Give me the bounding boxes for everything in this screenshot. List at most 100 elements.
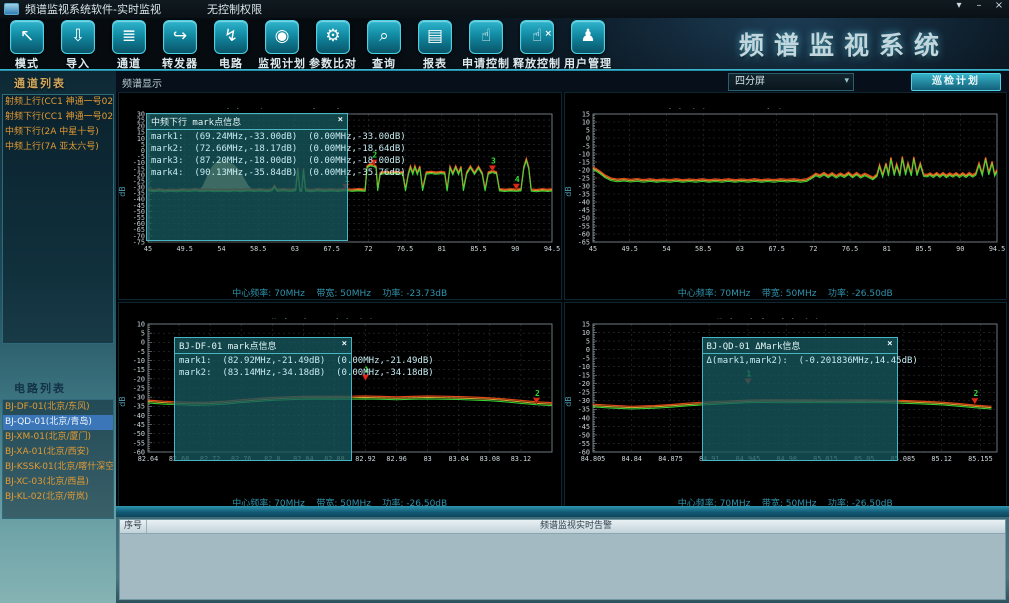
request-control-button[interactable]: ☝ 申请控制 — [465, 20, 507, 71]
svg-text:0: 0 — [141, 339, 145, 347]
eye-icon: ◉ — [265, 20, 299, 54]
sidebar: 通道列表 射频上行(CC1 神通一号02星) 射频下行(CC1 神通一号02星)… — [0, 71, 117, 603]
svg-text:-25: -25 — [132, 384, 144, 392]
svg-text:85.155: 85.155 — [968, 455, 993, 463]
channel-list: 射频上行(CC1 神通一号02星) 射频下行(CC1 神通一号02星) 中频下行… — [2, 94, 114, 344]
search-icon: ⌕ — [367, 20, 401, 54]
svg-text:-40: -40 — [578, 198, 590, 206]
circuit-item[interactable]: BJ-DF-01(北京/东风) — [3, 400, 113, 415]
svg-text:5: 5 — [586, 126, 590, 134]
channel-item[interactable]: 中频下行(2A 中星十号) — [3, 125, 113, 140]
delta-mark-popup: BJ-QD-01 ΔMark信息× Δ(mark1,mark2): (-0.20… — [702, 337, 898, 461]
alarm-col-index: 序号 — [120, 520, 147, 533]
alarm-panel: 序号 频谱监视实时告警 — [119, 519, 1006, 600]
permission-status: 无控制权限 — [207, 1, 262, 17]
svg-text:63: 63 — [736, 245, 744, 253]
user-management-button[interactable]: ♟ 用户管理 — [567, 20, 609, 71]
mode-button[interactable]: ↖ 模式 — [6, 20, 48, 71]
close-icon[interactable]: × — [887, 339, 892, 352]
mark-info-popup: 中频下行 mark点信息× mark1: (69.24MHz,-33.00dB)… — [146, 113, 348, 241]
chart-if-uplink: 中频上行(7A 亚太六号)max:-11.94min:-37.74 dB -65… — [564, 92, 1008, 300]
svg-text:76.5: 76.5 — [842, 245, 858, 253]
svg-text:84.805: 84.805 — [581, 455, 606, 463]
svg-text:0: 0 — [586, 346, 590, 354]
y-axis-label: dB — [563, 186, 572, 197]
svg-text:3: 3 — [491, 157, 496, 166]
svg-text:-50: -50 — [132, 430, 144, 438]
svg-text:63: 63 — [291, 245, 299, 253]
transponder-button[interactable]: ↪ 转发器 — [159, 20, 201, 71]
chart-title: BJ-QD-01(北京/青岛)中频上行max:-11.94min:-37.74 — [565, 303, 1007, 319]
channel-item[interactable]: 射频下行(CC1 神通一号02星) — [3, 110, 113, 125]
titlebar: 频谱监视系统软件-实时监视 无控制权限 ▾ – × — [0, 0, 1009, 18]
channel-item[interactable]: 中频上行(7A 亚太六号) — [3, 140, 113, 155]
controls-row: 频谱显示 四分屏 ▾ 巡检计划 — [116, 71, 1009, 92]
svg-text:82.96: 82.96 — [386, 455, 406, 463]
main-content: 频谱显示 四分屏 ▾ 巡检计划 中频下行(2A 中星十号)max:-3.45mi… — [116, 71, 1009, 603]
screen-mode-dropdown[interactable]: 四分屏 ▾ — [728, 73, 854, 91]
monitor-plan-button[interactable]: ◉ 监视计划 — [261, 20, 303, 71]
svg-text:72: 72 — [810, 245, 818, 253]
chevron-down-icon: ▾ — [844, 74, 849, 89]
channel-item[interactable]: 射频上行(CC1 神通一号02星) — [3, 95, 113, 110]
svg-text:45: 45 — [589, 245, 597, 253]
minimize-icon[interactable]: – — [973, 0, 985, 11]
svg-text:-30: -30 — [132, 394, 144, 402]
spectrum-plot[interactable]: -65-60-55-50-45-40-35-30-25-20-15-10-505… — [565, 109, 1005, 257]
svg-text:85.12: 85.12 — [932, 455, 952, 463]
mark-info-popup: BJ-DF-01 mark点信息× mark1: (82.92MHz,-21.4… — [174, 337, 352, 461]
chart-title: 中频下行(2A 中星十号)max:-3.45min:-39.15 — [119, 93, 561, 109]
circuit-item[interactable]: BJ-XM-01(北京/厦门) — [3, 430, 113, 445]
circuit-item[interactable]: BJ-KSSK-01(北京/喀什深空站) — [3, 460, 113, 475]
svg-text:10: 10 — [137, 320, 145, 328]
release-control-button[interactable]: ☝× 释放控制 — [516, 20, 558, 71]
patrol-plan-button[interactable]: 巡检计划 — [911, 73, 1001, 91]
y-axis-label: dB — [118, 396, 127, 407]
window-title: 频谱监视系统软件-实时监视 — [25, 1, 161, 17]
svg-text:49.5: 49.5 — [176, 245, 192, 253]
import-icon: ⇩ — [61, 20, 95, 54]
report-button[interactable]: ▤ 报表 — [414, 20, 456, 71]
spectrum-display-label: 频谱显示 — [122, 75, 162, 90]
svg-text:-35: -35 — [578, 190, 590, 198]
svg-text:-45: -45 — [578, 206, 590, 214]
circuit-item-selected[interactable]: BJ-QD-01(北京/青岛) — [3, 415, 113, 430]
param-compare-button[interactable]: ⚙ 参数比对 — [312, 20, 354, 71]
svg-text:0: 0 — [586, 134, 590, 142]
close-icon[interactable]: × — [993, 0, 1005, 11]
query-button[interactable]: ⌕ 查询 — [363, 20, 405, 71]
svg-text:-20: -20 — [578, 380, 590, 388]
svg-text:54: 54 — [663, 245, 671, 253]
svg-text:30: 30 — [137, 110, 145, 118]
circuit-button[interactable]: ↯ 电路 — [210, 20, 252, 71]
splitter-bar[interactable] — [116, 506, 1009, 517]
svg-text:-45: -45 — [132, 421, 144, 429]
circuit-item[interactable]: BJ-KL-02(北京/岢岚) — [3, 490, 113, 505]
close-icon[interactable]: × — [342, 339, 347, 352]
sliders-icon: ≣ — [112, 20, 146, 54]
circuit-item[interactable]: BJ-XC-03(北京/西昌) — [3, 475, 113, 490]
hand-pointer-icon: ☝ — [469, 20, 503, 54]
svg-text:-35: -35 — [132, 403, 144, 411]
chart-bj-df-01: BJ-DF-01(北京/东风)中频上行max:-11.94min:-37.74 … — [118, 302, 562, 510]
circuit-item[interactable]: BJ-XA-01(北京/西安) — [3, 445, 113, 460]
svg-text:82.64: 82.64 — [138, 455, 158, 463]
chart-footer: 中心频率: 70MHz 带宽: 50MHz 功率: -23.73dB — [119, 286, 561, 299]
svg-text:-15: -15 — [578, 372, 590, 380]
import-button[interactable]: ⇩ 导入 — [57, 20, 99, 71]
chart-footer: 中心频率: 70MHz 带宽: 50MHz 功率: -26.50dB — [565, 286, 1007, 299]
svg-text:45: 45 — [144, 245, 152, 253]
channel-button[interactable]: ≣ 通道 — [108, 20, 150, 71]
svg-text:15: 15 — [582, 320, 590, 328]
circuit-list-header: 电路列表 — [0, 376, 116, 399]
svg-text:76.5: 76.5 — [397, 245, 413, 253]
svg-text:-55: -55 — [578, 440, 590, 448]
alarm-header: 序号 频谱监视实时告警 — [120, 520, 1005, 534]
svg-text:81: 81 — [883, 245, 891, 253]
svg-text:2: 2 — [535, 389, 540, 398]
pin-icon[interactable]: ▾ — [953, 0, 965, 11]
close-icon[interactable]: × — [338, 115, 343, 128]
svg-text:10: 10 — [582, 118, 590, 126]
svg-text:82.92: 82.92 — [355, 455, 375, 463]
alarm-body[interactable] — [120, 534, 1005, 599]
